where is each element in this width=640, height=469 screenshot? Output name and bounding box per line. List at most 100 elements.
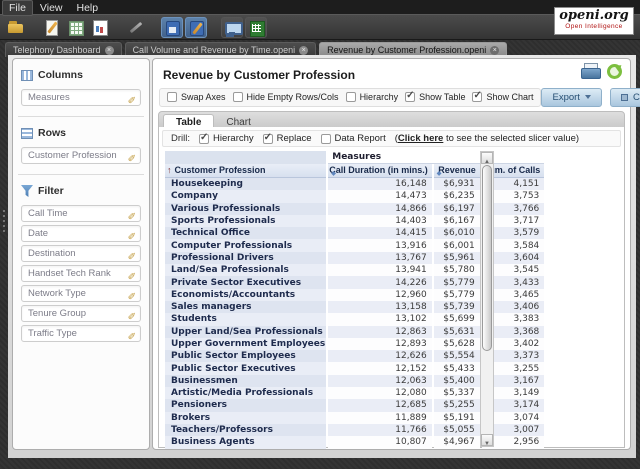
cell-profession[interactable]: Businessmen <box>165 374 327 388</box>
cell-revenue[interactable]: $6,167 <box>433 214 480 228</box>
edit-pencil-icon[interactable]: ✎ <box>128 329 136 340</box>
field-measures[interactable]: Measures ✎ <box>21 89 141 106</box>
checkbox[interactable] <box>405 90 416 102</box>
checkbox[interactable] <box>345 92 356 102</box>
cell-call-duration[interactable]: 12,685 <box>328 399 432 412</box>
cell-call-duration[interactable]: 14,403 <box>328 214 432 228</box>
menu-view[interactable]: View <box>33 1 70 15</box>
cell-revenue[interactable]: $6,235 <box>433 190 480 203</box>
field-call-time[interactable]: Call Time ✎ <box>21 205 141 222</box>
edit-pencil-icon[interactable]: ✎ <box>128 289 136 300</box>
option-data-report[interactable]: Data Report <box>320 133 386 144</box>
field-date[interactable]: Date ✎ <box>21 225 141 242</box>
save-icon[interactable] <box>161 17 183 38</box>
cell-profession[interactable]: Public Sector Employees <box>165 350 327 363</box>
cell-profession[interactable]: Technical Office <box>165 227 327 240</box>
cell-revenue[interactable]: $6,001 <box>433 239 480 252</box>
cell-call-duration[interactable]: 12,626 <box>328 350 432 363</box>
cell-revenue[interactable]: $5,699 <box>433 313 480 326</box>
cell-call-duration[interactable]: 11,766 <box>328 423 432 437</box>
cell-call-duration[interactable]: 14,473 <box>328 190 432 203</box>
pencil-icon[interactable] <box>125 17 147 38</box>
cell-call-duration[interactable]: 12,863 <box>328 325 432 338</box>
sort-ascending-icon[interactable] <box>167 165 175 175</box>
cell-call-duration[interactable]: 14,866 <box>328 202 432 215</box>
scroll-down-icon[interactable] <box>481 434 493 446</box>
cell-profession[interactable]: Land/Sea Professionals <box>165 264 327 277</box>
cell-revenue[interactable]: $5,055 <box>433 423 480 437</box>
cell-profession[interactable]: Economists/Accountants <box>165 288 327 301</box>
cell-profession[interactable]: Students <box>165 313 327 326</box>
export-excel-icon[interactable] <box>245 17 267 38</box>
cell-revenue[interactable]: $5,433 <box>433 362 480 375</box>
cell-call-duration[interactable]: 14,226 <box>328 276 432 289</box>
option-replace[interactable]: Replace <box>262 132 312 144</box>
cell-call-duration[interactable]: 12,960 <box>328 288 432 301</box>
cell-profession[interactable]: Business Agents <box>165 436 327 449</box>
tab-close-icon[interactable]: × <box>104 45 114 55</box>
cell-revenue[interactable]: $5,779 <box>433 288 480 301</box>
column-header-call-duration[interactable]: Call Duration (in mins.) <box>328 164 432 178</box>
slicer-link[interactable]: Click here <box>398 133 443 144</box>
edit-pencil-icon[interactable]: ✎ <box>128 93 136 104</box>
cell-call-duration[interactable]: 12,152 <box>328 362 432 375</box>
cell-call-duration[interactable]: 13,102 <box>328 313 432 326</box>
cell-call-duration[interactable]: 13,916 <box>328 239 432 252</box>
tab-close-icon[interactable]: × <box>299 45 309 55</box>
cell-revenue[interactable]: $5,400 <box>433 374 480 388</box>
refresh-icon[interactable] <box>607 63 622 79</box>
option-swap-axes[interactable]: Swap Axes <box>167 92 226 102</box>
cell-call-duration[interactable]: 13,158 <box>328 300 432 314</box>
option-hierarchy[interactable]: Hierarchy <box>345 92 398 102</box>
cell-call-duration[interactable]: 12,893 <box>328 337 432 351</box>
field-tenure-group[interactable]: Tenure Group ✎ <box>21 305 141 322</box>
new-chart-icon[interactable] <box>89 17 111 38</box>
column-header-customer-profession[interactable]: Customer Profession <box>165 164 327 178</box>
cell-profession[interactable]: Sports Professionals <box>165 214 327 228</box>
checkbox[interactable] <box>472 90 483 102</box>
tab-close-icon[interactable]: × <box>490 45 500 55</box>
sort-icon[interactable] <box>437 167 442 177</box>
printer-icon[interactable] <box>581 63 601 79</box>
field-network-type[interactable]: Network Type ✎ <box>21 285 141 302</box>
edit-document-icon[interactable] <box>41 17 63 38</box>
option-show-chart[interactable]: Show Chart <box>472 90 533 102</box>
checkbox[interactable] <box>199 132 209 144</box>
edit-pencil-icon[interactable]: ✎ <box>128 269 136 280</box>
field-destination[interactable]: Destination ✎ <box>21 245 141 262</box>
cell-revenue[interactable]: $5,779 <box>433 276 480 289</box>
cell-profession[interactable]: Various Professionals <box>165 202 327 215</box>
cell-profession[interactable]: Upper Land/Sea Professionals <box>165 325 327 338</box>
checkbox[interactable] <box>320 133 331 144</box>
cell-profession[interactable]: Professional Drivers <box>165 251 327 265</box>
sort-icon[interactable] <box>331 167 336 177</box>
edit-pencil-icon[interactable]: ✎ <box>128 309 136 320</box>
column-header-revenue[interactable]: Revenue <box>433 164 480 178</box>
cell-revenue[interactable]: $5,628 <box>433 337 480 351</box>
cell-profession[interactable]: Private Sector Executives <box>165 276 327 289</box>
edit-pencil-icon[interactable]: ✎ <box>128 209 136 220</box>
cell-profession[interactable]: Teachers/Professors <box>165 423 327 437</box>
cell-revenue[interactable]: $6,931 <box>433 178 480 191</box>
cell-revenue[interactable]: $5,631 <box>433 325 480 338</box>
cell-call-duration[interactable]: 14,415 <box>328 227 432 240</box>
cell-profession[interactable]: Housekeeping <box>165 178 327 191</box>
option-hide-empty-rows-cols[interactable]: Hide Empty Rows/Cols <box>232 92 339 102</box>
cell-call-duration[interactable]: 12,063 <box>328 374 432 388</box>
scroll-up-icon[interactable] <box>481 152 493 164</box>
field-traffic-type[interactable]: Traffic Type ✎ <box>21 325 141 342</box>
publish-monitor-icon[interactable] <box>221 17 243 38</box>
menu-file[interactable]: File <box>2 0 33 16</box>
cell-revenue[interactable]: $6,010 <box>433 227 480 240</box>
cell-call-duration[interactable]: 10,807 <box>328 436 432 449</box>
cell-profession[interactable]: Public Sector Executives <box>165 362 327 375</box>
cell-profession[interactable]: Company <box>165 190 327 203</box>
cell-profession[interactable]: Pensioners <box>165 399 327 412</box>
export-button[interactable]: Export <box>541 87 602 107</box>
field-handset-tech-rank[interactable]: Handset Tech Rank ✎ <box>21 265 141 282</box>
panel-splitter[interactable] <box>0 55 8 458</box>
cell-call-duration[interactable]: 12,080 <box>328 387 432 400</box>
scrollbar-thumb[interactable] <box>482 165 492 351</box>
checkbox[interactable] <box>262 132 273 144</box>
cell-revenue[interactable]: $6,197 <box>433 202 480 215</box>
